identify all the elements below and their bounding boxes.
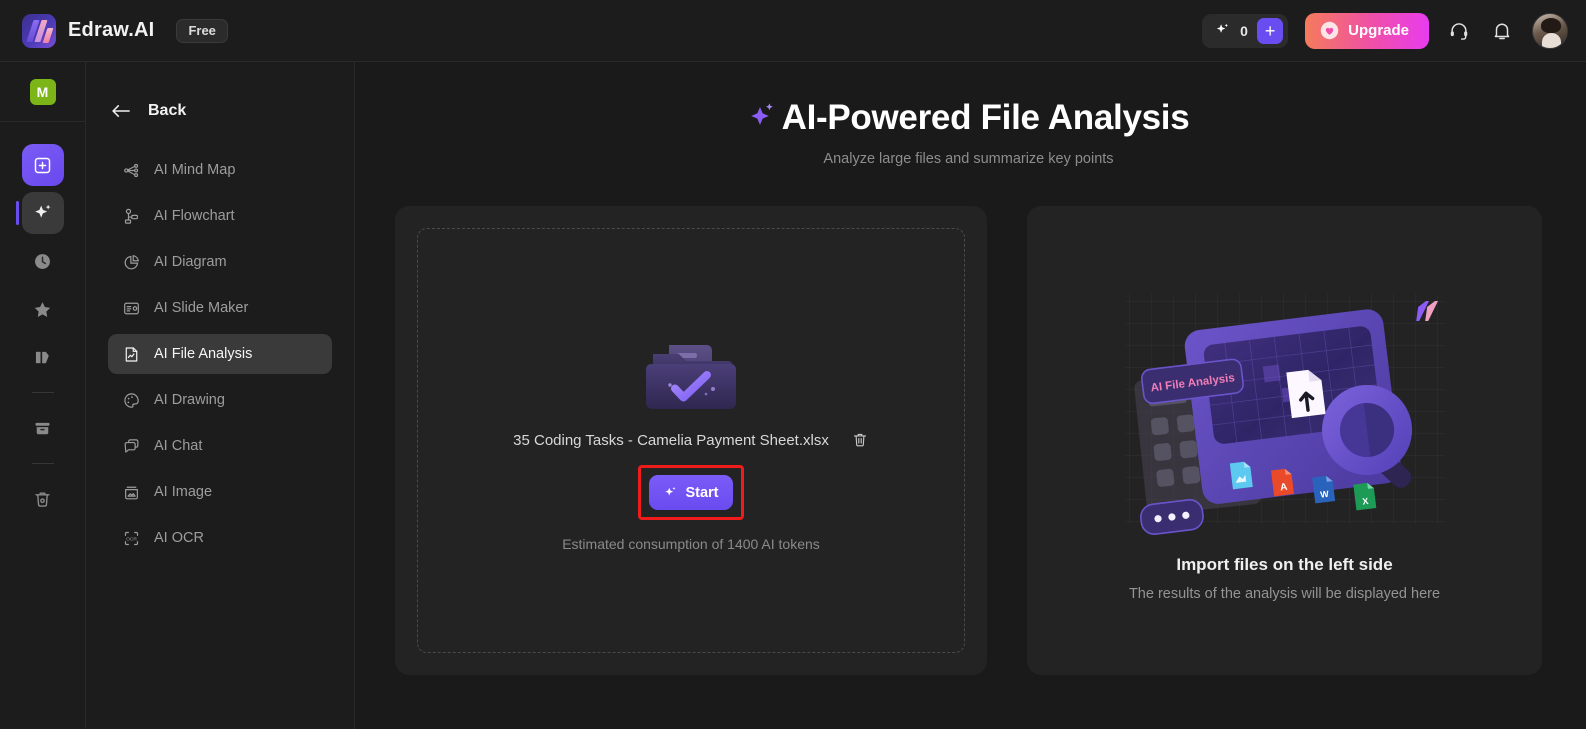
start-button-label: Start: [685, 484, 719, 501]
sidebar-item-ai-image[interactable]: AI Image: [108, 472, 332, 512]
rail-item-ai-tools[interactable]: [15, 192, 64, 234]
arrow-left-icon: [110, 102, 132, 120]
sidebar-item-ai-diagram[interactable]: AI Diagram: [108, 242, 332, 282]
sidebar-item-label: AI Image: [154, 484, 213, 500]
mind-map-icon: [122, 161, 141, 180]
pie-chart-icon: [122, 253, 141, 272]
delete-file-button[interactable]: [851, 431, 869, 449]
start-button[interactable]: Start: [649, 475, 733, 510]
back-label: Back: [148, 102, 187, 119]
sidebar-item-ai-slide-maker[interactable]: AI Slide Maker: [108, 288, 332, 328]
sidebar-item-label: AI File Analysis: [154, 346, 253, 362]
file-analysis-icon: [122, 345, 141, 364]
rail-item-recent[interactable]: [22, 240, 64, 282]
selected-file-row: 35 Coding Tasks - Camelia Payment Sheet.…: [513, 431, 869, 449]
chat-bubble-icon: [122, 437, 141, 456]
sidebar-item-ai-mind-map[interactable]: AI Mind Map: [108, 150, 332, 190]
svg-text:X: X: [1361, 496, 1368, 507]
rail-items: [0, 122, 85, 520]
back-button[interactable]: Back: [86, 102, 354, 120]
svg-text:A: A: [1279, 482, 1288, 494]
plan-badge: Free: [176, 18, 228, 43]
panels: 35 Coding Tasks - Camelia Payment Sheet.…: [395, 206, 1542, 675]
app-body: M Back AI Mind Map AI Flowchart AI Diagr…: [0, 62, 1586, 729]
upload-card: 35 Coding Tasks - Camelia Payment Sheet.…: [395, 206, 987, 675]
sidebar-item-label: AI Diagram: [154, 254, 227, 270]
workspace-switcher[interactable]: M: [0, 62, 85, 122]
slide-icon: [122, 299, 141, 318]
start-button-wrapper: Start: [638, 465, 744, 520]
sidebar-item-ai-flowchart[interactable]: AI Flowchart: [108, 196, 332, 236]
sparkle-icon: [663, 485, 678, 500]
archive-box-icon: [32, 418, 53, 439]
folder-check-icon: [645, 329, 737, 417]
main-content: AI-Powered File Analysis Analyze large f…: [355, 62, 1586, 729]
edraw-logo-icon: [22, 13, 56, 48]
sidebar-item-label: AI Drawing: [154, 392, 225, 408]
top-bar: Edraw.AI Free 0 + Upgrade: [0, 0, 1586, 62]
rail-divider: [31, 463, 54, 464]
svg-text:W: W: [1319, 489, 1329, 500]
page-title-text: AI-Powered File Analysis: [781, 98, 1190, 137]
icon-rail: M: [0, 62, 86, 729]
rail-item-new-file[interactable]: [21, 144, 64, 186]
sidebar-item-label: AI Slide Maker: [154, 300, 249, 316]
brand-name: Edraw.AI: [68, 19, 155, 41]
result-title: Import files on the left side: [1176, 555, 1393, 574]
file-dropzone[interactable]: 35 Coding Tasks - Camelia Payment Sheet.…: [417, 228, 965, 653]
headset-icon[interactable]: [1446, 18, 1472, 44]
sidebar-item-ai-ocr[interactable]: OCR AI OCR: [108, 518, 332, 558]
sparkle-icon: [748, 101, 778, 135]
sidebar-item-label: AI Flowchart: [154, 208, 235, 224]
upgrade-label: Upgrade: [1348, 22, 1409, 39]
trash-icon: [32, 489, 53, 510]
page-subtitle: Analyze large files and summarize key po…: [823, 151, 1114, 167]
star-icon: [32, 299, 53, 320]
token-balance[interactable]: 0 +: [1202, 13, 1289, 48]
rail-item-trash[interactable]: [22, 478, 64, 520]
sparkle-icon: [1214, 22, 1231, 39]
selected-file-name: 35 Coding Tasks - Camelia Payment Sheet.…: [513, 431, 829, 449]
sidebar-item-label: AI OCR: [154, 530, 204, 546]
plus-square-icon: [32, 155, 53, 176]
user-avatar[interactable]: [1532, 12, 1568, 49]
flowchart-icon: [122, 207, 141, 226]
svg-text:OCR: OCR: [126, 536, 137, 542]
brand[interactable]: Edraw.AI Free: [22, 13, 228, 48]
tool-nav-list: AI Mind Map AI Flowchart AI Diagram AI S…: [86, 150, 354, 558]
top-bar-actions: 0 + Upgrade: [1202, 12, 1568, 49]
add-tokens-button[interactable]: +: [1257, 17, 1284, 44]
rail-divider: [31, 392, 54, 393]
notification-bell-icon[interactable]: [1489, 18, 1515, 44]
image-icon: [122, 483, 141, 502]
diamond-heart-icon: [1320, 21, 1339, 40]
ocr-icon: OCR: [122, 529, 141, 548]
token-count: 0: [1240, 22, 1248, 39]
upgrade-button[interactable]: Upgrade: [1305, 12, 1429, 49]
sidebar-item-label: AI Chat: [154, 438, 203, 454]
tool-nav-panel: Back AI Mind Map AI Flowchart AI Diagram…: [86, 62, 355, 729]
page-title: AI-Powered File Analysis: [395, 98, 1542, 138]
result-card: A W X AI File Analysis Import files on t…: [1027, 206, 1542, 675]
sparkle-icon: [32, 202, 54, 224]
sidebar-item-ai-chat[interactable]: AI Chat: [108, 426, 332, 466]
file-analysis-illustration: A W X AI File Analysis: [1085, 279, 1485, 549]
rail-item-favorites[interactable]: [22, 288, 64, 330]
workspace-initial: M: [29, 78, 56, 105]
gallery-icon: [32, 347, 53, 368]
sidebar-item-ai-drawing[interactable]: AI Drawing: [108, 380, 332, 420]
result-subtitle: The results of the analysis will be disp…: [1128, 586, 1441, 602]
rail-item-archive[interactable]: [22, 407, 64, 449]
sidebar-item-label: AI Mind Map: [154, 162, 236, 178]
palette-icon: [122, 391, 141, 410]
clock-icon: [32, 251, 53, 272]
rail-item-templates[interactable]: [22, 336, 64, 378]
app-window: Edraw.AI Free 0 + Upgrade M Back AI Mind…: [0, 0, 1586, 729]
sidebar-item-ai-file-analysis[interactable]: AI File Analysis: [108, 334, 332, 374]
token-estimate-text: Estimated consumption of 1400 AI tokens: [562, 536, 820, 552]
